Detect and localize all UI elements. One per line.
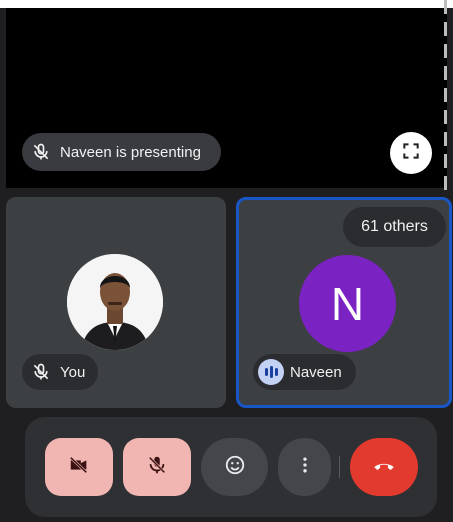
self-name-text: You <box>60 363 86 381</box>
fullscreen-button[interactable] <box>390 132 432 174</box>
self-avatar <box>67 254 163 350</box>
mic-off-icon <box>28 359 54 385</box>
more-options-button[interactable] <box>278 438 331 496</box>
others-count-button[interactable]: 61 others <box>343 207 446 247</box>
mic-off-icon <box>28 139 54 165</box>
mic-off-icon <box>146 454 168 481</box>
camera-toggle-button[interactable] <box>45 438 113 496</box>
reactions-button[interactable] <box>201 438 268 496</box>
end-call-icon <box>371 452 397 483</box>
fullscreen-icon <box>401 141 421 166</box>
participant-name-label: Naveen <box>253 354 356 390</box>
speaking-indicator-icon <box>258 359 284 385</box>
emoji-icon <box>224 454 246 481</box>
more-vert-icon <box>295 455 315 480</box>
presenting-text: Naveen is presenting <box>60 143 201 161</box>
meeting-screen: Naveen is presenting N 61 others You Nav… <box>0 0 453 522</box>
participant-avatar: N <box>299 255 396 352</box>
presenting-indicator: Naveen is presenting <box>22 133 221 171</box>
presentation-scroll-indicator <box>444 0 447 200</box>
self-name-label: You <box>22 354 98 390</box>
status-strip <box>0 0 453 8</box>
mic-toggle-button[interactable] <box>123 438 191 496</box>
end-call-button[interactable] <box>350 438 418 496</box>
participant-name-text: Naveen <box>290 363 342 381</box>
camera-off-icon <box>68 454 90 481</box>
controls-divider <box>339 456 340 478</box>
